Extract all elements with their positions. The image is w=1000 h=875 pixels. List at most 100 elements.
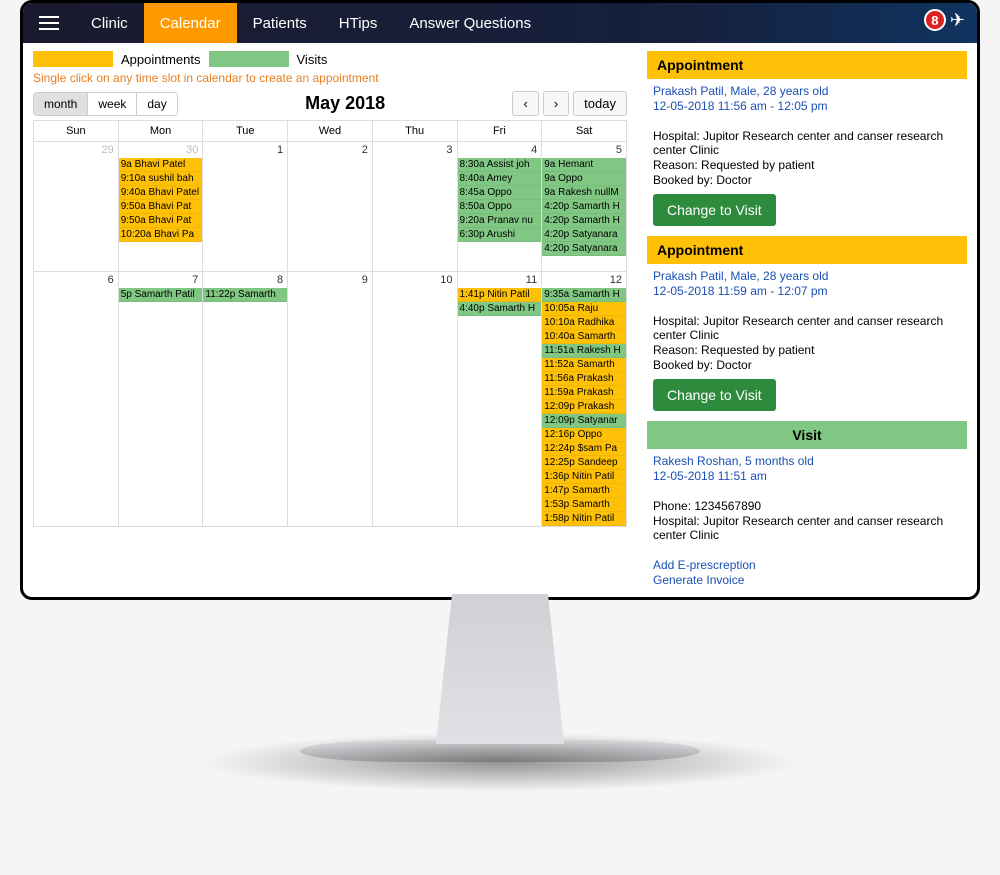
calendar-panel: Appointments Visits Single click on any … [23,43,637,597]
day-number: 7 [119,272,203,288]
calendar-event[interactable]: 8:40a Amey [458,172,542,186]
patient-link[interactable]: Prakash Patil, Male, 28 years old [653,84,967,98]
next-button[interactable]: › [543,91,569,116]
visits-label: Visits [297,52,328,67]
day-cell[interactable]: 10 [372,272,457,527]
day-header: Sun [34,121,119,142]
calendar-event[interactable]: 9a Hemant [542,158,626,172]
calendar-event[interactable]: 4:40p Samarth H [458,302,542,316]
day-cell[interactable]: 48:30a Assist joh8:40a Amey8:45a Oppo8:5… [457,142,542,272]
day-number: 6 [34,272,118,288]
calendar-event[interactable]: 8:30a Assist joh [458,158,542,172]
hospital-text: Hospital: Jupitor Research center and ca… [653,514,967,542]
calendar-event[interactable]: 11:56a Prakash [542,372,626,386]
time-link[interactable]: 12-05-2018 11:59 am - 12:07 pm [653,284,967,298]
add-eprescription-link[interactable]: Add E-prescreption [653,558,967,572]
calendar-event[interactable]: 9:20a Pranav nu [458,214,542,228]
calendar-event[interactable]: 11:51a Rakesh H [542,344,626,358]
day-cell[interactable]: 309a Bhavi Patel9:10a sushil bah9:40a Bh… [118,142,203,272]
calendar-event[interactable]: 6:30p Arushi [458,228,542,242]
time-link[interactable]: 12-05-2018 11:56 am - 12:05 pm [653,99,967,113]
calendar-event[interactable]: 1:47p Samarth [542,484,626,498]
patient-link[interactable]: Rakesh Roshan, 5 months old [653,454,967,468]
change-to-visit-button[interactable]: Change to Visit [653,379,776,411]
day-number: 9 [288,272,372,288]
hospital-text: Hospital: Jupitor Research center and ca… [653,314,967,342]
day-cell[interactable]: 129:35a Samarth H10:05a Raju10:10a Radhi… [542,272,627,527]
calendar-event[interactable]: 9a Rakesh nullM [542,186,626,200]
calendar-event[interactable]: 9:40a Bhavi Patel [119,186,203,200]
day-header: Mon [118,121,203,142]
day-header: Sat [542,121,627,142]
nav-calendar[interactable]: Calendar [144,3,237,43]
calendar-event[interactable]: 9a Bhavi Patel [119,158,203,172]
calendar-event[interactable]: 4:20p Samarth H [542,214,626,228]
day-header: Wed [288,121,373,142]
reason-text: Reason: Requested by patient [653,343,967,357]
notifications[interactable]: 8 ✈ [924,9,965,31]
day-cell[interactable]: 59a Hemant9a Oppo9a Rakesh nullM4:20p Sa… [542,142,627,272]
calendar-event[interactable]: 10:20a Bhavi Pa [119,228,203,242]
nav-patients[interactable]: Patients [237,3,323,43]
app-window: ClinicCalendarPatientsHTipsAnswer Questi… [20,0,980,600]
nav-htips[interactable]: HTips [323,3,394,43]
day-cell[interactable]: 75p Samarth Patil [118,272,203,527]
day-cell[interactable]: 811:22p Samarth [203,272,288,527]
calendar-event[interactable]: 9:50a Bhavi Pat [119,214,203,228]
calendar-event[interactable]: 8:50a Oppo [458,200,542,214]
day-cell[interactable]: 9 [288,272,373,527]
day-number: 29 [34,142,118,158]
prev-button[interactable]: ‹ [512,91,538,116]
calendar-event[interactable]: 8:45a Oppo [458,186,542,200]
day-number: 30 [119,142,203,158]
day-cell[interactable]: 3 [372,142,457,272]
week-button[interactable]: week [88,93,137,115]
nav-clinic[interactable]: Clinic [75,3,144,43]
hamburger-icon[interactable] [31,3,67,43]
calendar-event[interactable]: 10:05a Raju [542,302,626,316]
day-cell[interactable]: 111:41p Nitin Patil4:40p Samarth H [457,272,542,527]
day-cell[interactable]: 1 [203,142,288,272]
generate-invoice-link[interactable]: Generate Invoice [653,573,967,587]
patient-link[interactable]: Prakash Patil, Male, 28 years old [653,269,967,283]
day-cell[interactable]: 2 [288,142,373,272]
today-button[interactable]: today [573,91,627,116]
appt-card: Prakash Patil, Male, 28 years old12-05-2… [647,264,967,421]
topbar: ClinicCalendarPatientsHTipsAnswer Questi… [23,3,977,43]
calendar-event[interactable]: 12:09p Prakash [542,400,626,414]
calendar-event[interactable]: 1:36p Nitin Patil [542,470,626,484]
calendar-event[interactable]: 1:41p Nitin Patil [458,288,542,302]
phone-text: Phone: 1234567890 [653,499,967,513]
day-cell[interactable]: 29 [34,142,119,272]
calendar-event[interactable]: 5p Samarth Patil [119,288,203,302]
day-number: 10 [373,272,457,288]
calendar-event[interactable]: 1:58p Nitin Patil [542,512,626,526]
calendar-event[interactable]: 4:20p Satyanara [542,242,626,256]
calendar-event[interactable]: 12:25p Sandeep [542,456,626,470]
calendar-event[interactable]: 10:40a Samarth [542,330,626,344]
calendar-event[interactable]: 12:24p $sam Pa [542,442,626,456]
booked-text: Booked by: Doctor [653,358,967,372]
day-cell[interactable]: 6 [34,272,119,527]
calendar-event[interactable]: 9:35a Samarth H [542,288,626,302]
time-link[interactable]: 12-05-2018 11:51 am [653,469,967,483]
day-button[interactable]: day [137,93,176,115]
calendar-event[interactable]: 12:16p Oppo [542,428,626,442]
day-number: 1 [203,142,287,158]
detail-panel: AppointmentPrakash Patil, Male, 28 years… [637,43,977,597]
calendar-event[interactable]: 11:52a Samarth [542,358,626,372]
calendar-event[interactable]: 4:20p Satyanara [542,228,626,242]
calendar-event[interactable]: 4:20p Samarth H [542,200,626,214]
calendar-event[interactable]: 9a Oppo [542,172,626,186]
day-number: 4 [458,142,542,158]
calendar-event[interactable]: 9:10a sushil bah [119,172,203,186]
nav-answer-questions[interactable]: Answer Questions [393,3,547,43]
month-button[interactable]: month [34,93,88,115]
change-to-visit-button[interactable]: Change to Visit [653,194,776,226]
calendar-event[interactable]: 1:53p Samarth [542,498,626,512]
calendar-event[interactable]: 11:59a Prakash [542,386,626,400]
calendar-event[interactable]: 10:10a Radhika [542,316,626,330]
calendar-event[interactable]: 9:50a Bhavi Pat [119,200,203,214]
calendar-event[interactable]: 12:09p Satyanar [542,414,626,428]
calendar-event[interactable]: 11:22p Samarth [203,288,287,302]
